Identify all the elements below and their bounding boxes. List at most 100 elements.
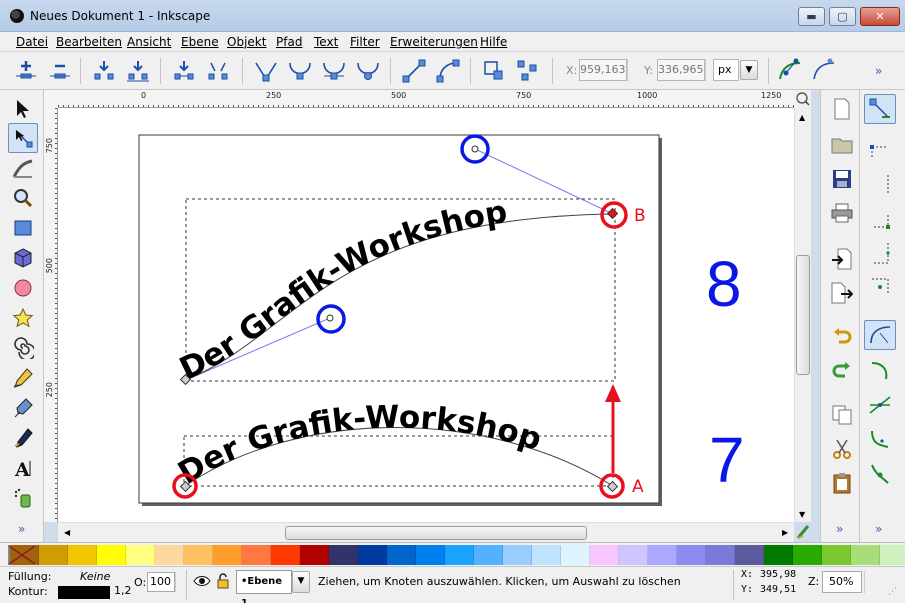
- delete-segment-icon[interactable]: [204, 57, 232, 85]
- color-swatch[interactable]: [213, 545, 242, 565]
- color-swatch[interactable]: [126, 545, 155, 565]
- object-to-path-icon[interactable]: [480, 57, 508, 85]
- insert-node-icon[interactable]: [12, 57, 40, 85]
- join-segment-icon[interactable]: [170, 57, 198, 85]
- color-swatch[interactable]: [880, 545, 905, 565]
- color-swatch[interactable]: [271, 545, 300, 565]
- y-spin-buttons[interactable]: [705, 59, 711, 81]
- symmetric-node-icon[interactable]: [320, 57, 348, 85]
- resize-grip-icon[interactable]: ⋰: [888, 587, 897, 597]
- color-swatch[interactable]: [677, 545, 706, 565]
- color-manage-icon[interactable]: [796, 524, 810, 543]
- node-tool-icon[interactable]: [8, 123, 38, 153]
- snap-bbox-edges-icon[interactable]: [864, 170, 896, 200]
- horizontal-ruler[interactable]: 0 250 500 750 1000 1250: [58, 90, 794, 108]
- close-button[interactable]: ✕: [860, 7, 900, 26]
- vertical-ruler[interactable]: 750 500 250: [44, 108, 58, 522]
- undo-icon[interactable]: [829, 324, 855, 350]
- color-swatch[interactable]: [155, 545, 184, 565]
- new-document-icon[interactable]: [829, 96, 855, 122]
- color-swatch[interactable]: [97, 545, 126, 565]
- rectangle-tool-icon[interactable]: [8, 213, 38, 243]
- cusp-node-icon[interactable]: [252, 57, 280, 85]
- color-swatch[interactable]: [329, 545, 358, 565]
- color-swatch[interactable]: [39, 545, 68, 565]
- scroll-down-icon[interactable]: ▼: [799, 510, 805, 519]
- color-swatch[interactable]: [416, 545, 445, 565]
- print-icon[interactable]: [829, 200, 855, 226]
- stroke-width-value[interactable]: 1,2: [114, 584, 132, 597]
- color-swatch[interactable]: [619, 545, 648, 565]
- y-coord-input[interactable]: 336,965: [657, 59, 705, 81]
- vertical-scrollbar[interactable]: ▲ ▼: [794, 108, 811, 522]
- menu-pfad[interactable]: Pfad: [276, 35, 302, 49]
- menu-objekt[interactable]: Objekt: [227, 35, 266, 49]
- color-swatch[interactable]: [561, 545, 590, 565]
- color-swatch[interactable]: [358, 545, 387, 565]
- snap-intersections-icon[interactable]: [864, 390, 896, 420]
- menu-ansicht[interactable]: Ansicht: [127, 35, 171, 49]
- copy-icon[interactable]: [829, 402, 855, 428]
- snap-bbox-centers-icon[interactable]: [864, 272, 896, 302]
- snap-bbox-corners-icon[interactable]: [864, 204, 896, 234]
- color-swatch[interactable]: [822, 545, 851, 565]
- open-file-icon[interactable]: [829, 132, 855, 158]
- toolbar-overflow-icon[interactable]: »: [875, 64, 882, 78]
- x-spin-buttons[interactable]: [627, 59, 633, 81]
- snap-smooth-nodes-icon[interactable]: [864, 458, 896, 488]
- pencil-tool-icon[interactable]: [8, 363, 38, 393]
- fill-value[interactable]: Keine: [80, 570, 110, 583]
- drawing-canvas[interactable]: Der Grafik-Workshop Der Grafik-Workshop …: [58, 108, 794, 522]
- handle-knob-left[interactable]: [326, 314, 334, 322]
- snap-bbox-midpoints-icon[interactable]: [864, 238, 896, 268]
- color-swatch[interactable]: [793, 545, 822, 565]
- break-path-icon[interactable]: [124, 57, 152, 85]
- paste-icon[interactable]: [829, 470, 855, 496]
- x-coord-input[interactable]: 959,163: [579, 59, 627, 81]
- import-icon[interactable]: [829, 246, 855, 272]
- save-file-icon[interactable]: [829, 166, 855, 192]
- menu-erweiterungen[interactable]: Erweiterungen: [390, 35, 478, 49]
- scroll-right-icon[interactable]: ▶: [782, 528, 788, 537]
- handle-knob-right[interactable]: [471, 145, 479, 153]
- snap-paths-icon[interactable]: [864, 356, 896, 386]
- stroke-color-swatch[interactable]: [58, 586, 110, 599]
- redo-icon[interactable]: [829, 358, 855, 384]
- spiral-tool-icon[interactable]: [8, 333, 38, 363]
- snap-overflow-icon[interactable]: »: [875, 522, 882, 536]
- 3d-box-tool-icon[interactable]: [8, 243, 38, 273]
- color-swatch[interactable]: [445, 545, 474, 565]
- ellipse-tool-icon[interactable]: [8, 273, 38, 303]
- text-tool-icon[interactable]: A: [8, 453, 38, 483]
- zoom-spin[interactable]: [864, 571, 870, 593]
- color-swatch[interactable]: [706, 545, 735, 565]
- opacity-spin[interactable]: [175, 572, 181, 592]
- bezier-pen-tool-icon[interactable]: [8, 393, 38, 423]
- layer-visibility-icon[interactable]: [193, 574, 211, 591]
- menu-datei[interactable]: Datei: [16, 35, 48, 49]
- segment-to-curve-icon[interactable]: [434, 57, 462, 85]
- toolbox-overflow-icon[interactable]: »: [18, 522, 25, 536]
- snap-bbox-icon[interactable]: [864, 136, 896, 166]
- join-nodes-icon[interactable]: [90, 57, 118, 85]
- menu-ebene[interactable]: Ebene: [181, 35, 219, 49]
- color-swatch[interactable]: [387, 545, 416, 565]
- layer-lock-icon[interactable]: [216, 573, 230, 592]
- color-swatch[interactable]: [68, 545, 97, 565]
- color-swatch[interactable]: [474, 545, 503, 565]
- calligraphy-tool-icon[interactable]: [8, 423, 38, 453]
- unit-dropdown-arrow[interactable]: ▼: [740, 60, 758, 80]
- color-swatch[interactable]: [300, 545, 329, 565]
- menu-hilfe[interactable]: Hilfe: [480, 35, 507, 49]
- unit-select[interactable]: px: [713, 59, 739, 81]
- color-swatch[interactable]: [735, 545, 764, 565]
- color-swatch[interactable]: [503, 545, 532, 565]
- menu-text[interactable]: Text: [314, 35, 338, 49]
- snap-cusp-nodes-icon[interactable]: [864, 424, 896, 454]
- auto-smooth-node-icon[interactable]: [354, 57, 382, 85]
- export-icon[interactable]: [829, 280, 855, 306]
- scroll-up-icon[interactable]: ▲: [799, 113, 805, 122]
- show-handles-icon[interactable]: [776, 57, 804, 85]
- tweak-tool-icon[interactable]: [8, 153, 38, 183]
- layer-select[interactable]: •Ebene 1: [236, 570, 292, 603]
